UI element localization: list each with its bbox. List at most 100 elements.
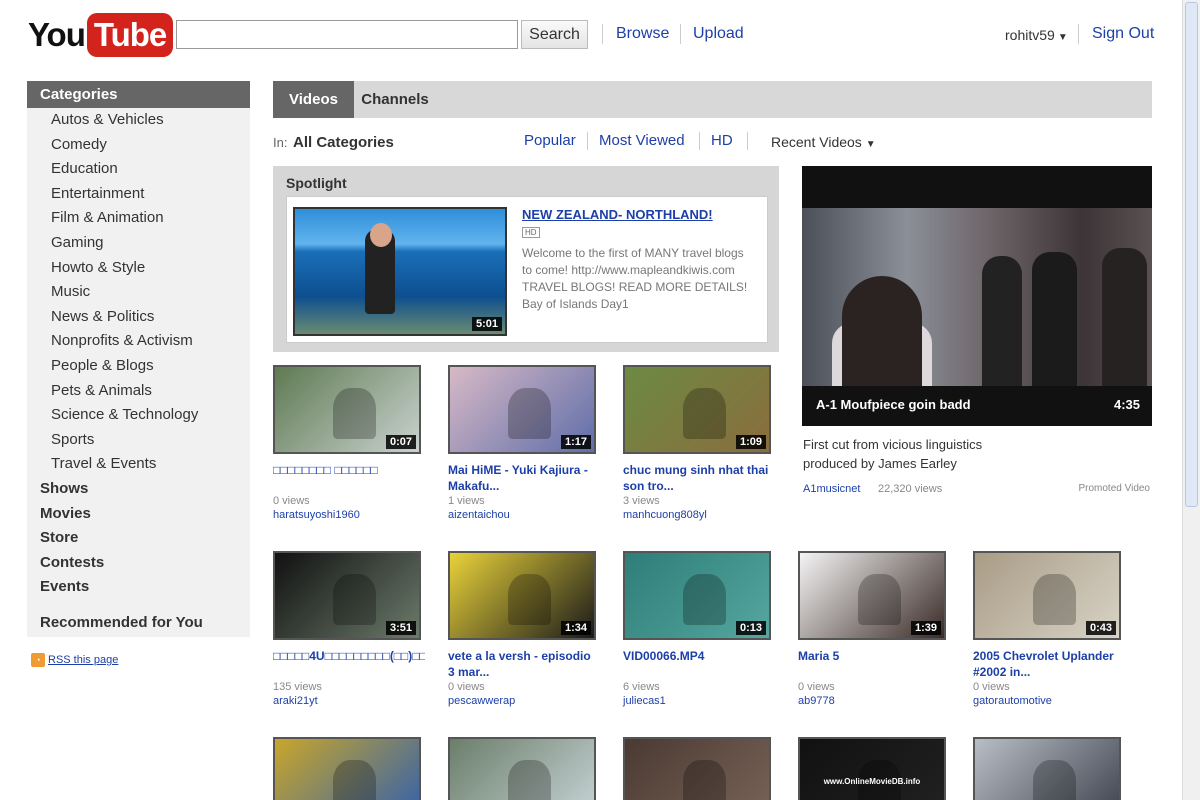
sidebar-category-item[interactable]: Film & Animation — [27, 206, 250, 231]
sidebar-category-item[interactable]: Pets & Animals — [27, 379, 250, 404]
uploader-link[interactable]: araki21yt — [273, 695, 425, 707]
sidebar-category-item[interactable]: Gaming — [27, 231, 250, 256]
sidebar-category-item[interactable]: Autos & Vehicles — [27, 108, 250, 133]
sign-out-link[interactable]: Sign Out — [1092, 25, 1154, 43]
tab-bar: Videos Channels — [273, 81, 1152, 118]
thumbnail-image — [332, 760, 376, 800]
rss-link[interactable]: ◔ RSS this page — [31, 653, 118, 667]
video-thumbnail[interactable]: 0:13 — [623, 551, 771, 640]
divider — [602, 24, 603, 44]
video-thumbnail[interactable]: 0:07 — [273, 365, 421, 454]
promoted-video-player[interactable]: A-1 Moufpiece goin badd 4:35 — [802, 166, 1152, 426]
video-card: 0:07 □□□□□□□□ □□□□□□ 0 views haratsuyoshi19… — [273, 365, 425, 521]
video-card: 1:17 Mai HiME - Yuki Kajiura - Makafu... 1… — [448, 365, 600, 521]
category-filter-value[interactable]: All Categories — [293, 134, 394, 151]
sidebar-category-item[interactable]: Science & Technology — [27, 403, 250, 428]
video-thumbnail[interactable]: 1:09 — [623, 365, 771, 454]
scrollbar-thumb[interactable] — [1185, 2, 1198, 507]
video-card: 3:51 □□□□□4U□□□□□□□□□(□□)□□□□□□...135 vie… — [273, 551, 425, 707]
sidebar-category-item[interactable]: News & Politics — [27, 305, 250, 330]
sidebar-category-item[interactable]: Education — [27, 157, 250, 182]
recent-videos-dropdown[interactable]: Recent Videos ▼ — [771, 134, 876, 150]
rss-label: RSS this page — [48, 654, 119, 666]
sidebar-category-item[interactable]: Sports — [27, 428, 250, 453]
sidebar-category-item[interactable]: Howto & Style — [27, 256, 250, 281]
user-menu[interactable]: rohitv59 ▼ — [1005, 27, 1068, 43]
video-thumbnail[interactable] — [273, 737, 421, 800]
video-title[interactable]: vete a la versh - episodio 3 mar... — [448, 648, 600, 680]
sidebar-section-store[interactable]: Store — [27, 526, 250, 551]
scrollbar[interactable] — [1182, 0, 1200, 800]
upload-link[interactable]: Upload — [693, 25, 744, 43]
video-thumbnail[interactable] — [623, 737, 771, 800]
thumbnail-image — [682, 574, 726, 626]
video-card: 0:13 VID00066.MP4 6 views juliecas1 — [623, 551, 775, 707]
sidebar-section-contests[interactable]: Contests — [27, 551, 250, 576]
tab-channels[interactable]: Channels — [354, 81, 436, 118]
uploader-link[interactable]: juliecas1 — [623, 695, 775, 707]
video-figure — [1032, 252, 1077, 386]
uploader-link[interactable]: pescawwerap — [448, 695, 600, 707]
video-thumbnail[interactable]: 1:34 — [448, 551, 596, 640]
chevron-down-icon: ▼ — [865, 139, 876, 150]
uploader-link[interactable]: gatorautomotive — [973, 695, 1125, 707]
spotlight-description: Welcome to the first of MANY travel blog… — [522, 246, 748, 311]
promoted-video: A-1 Moufpiece goin badd 4:35 First cut f… — [802, 166, 1152, 495]
youtube-logo[interactable]: You Tube — [28, 12, 174, 58]
promoted-user-link[interactable]: A1musicnet — [803, 483, 860, 495]
video-figure — [842, 276, 922, 386]
video-title[interactable]: Mai HiME - Yuki Kajiura - Makafu... — [448, 462, 600, 494]
video-thumbnail[interactable] — [973, 737, 1121, 800]
video-title[interactable]: chuc mung sinh nhat thai son tro... — [623, 462, 775, 494]
video-thumbnail[interactable] — [448, 737, 596, 800]
recommended-for-you-link[interactable]: Recommended for You — [27, 611, 250, 636]
video-thumbnail[interactable]: 3:51 — [273, 551, 421, 640]
video-figure — [1102, 248, 1147, 386]
thumbnail-image — [857, 574, 901, 626]
video-title[interactable]: □□□□□□□□ □□□□□□ — [273, 462, 425, 494]
video-thumbnail[interactable]: 1:39 — [798, 551, 946, 640]
video-title[interactable]: □□□□□4U□□□□□□□□□(□□)□□□□□□... — [273, 648, 425, 680]
spotlight-panel: Spotlight 5:01 NEW ZEALAND- NORTHLAND! H… — [273, 166, 779, 352]
sidebar-section-events[interactable]: Events — [27, 575, 250, 600]
spotlight-video-title[interactable]: NEW ZEALAND- NORTHLAND! — [522, 207, 713, 222]
video-card — [623, 737, 775, 800]
video-card — [973, 737, 1125, 800]
divider — [747, 132, 748, 150]
video-thumbnail[interactable]: 1:17 — [448, 365, 596, 454]
sidebar-category-item[interactable]: Nonprofits & Activism — [27, 329, 250, 354]
uploader-link[interactable]: haratsuyoshi1960 — [273, 509, 425, 521]
sidebar-section-movies[interactable]: Movies — [27, 502, 250, 527]
spotlight-title: Spotlight — [286, 175, 347, 191]
video-title[interactable]: VID00066.MP4 — [623, 648, 775, 680]
sidebar-category-item[interactable]: People & Blogs — [27, 354, 250, 379]
spotlight-thumbnail[interactable]: 5:01 — [293, 207, 507, 336]
search-input[interactable] — [176, 20, 518, 49]
duration-badge: 1:17 — [560, 435, 591, 449]
uploader-link[interactable]: aizentaichou — [448, 509, 600, 521]
tab-videos[interactable]: Videos — [273, 81, 354, 118]
video-thumbnail[interactable]: 0:43 — [973, 551, 1121, 640]
thumbnail-image — [507, 574, 551, 626]
duration-badge: 1:39 — [910, 621, 941, 635]
sidebar-category-item[interactable]: Music — [27, 280, 250, 305]
video-thumbnail[interactable]: www.OnlineMovieDB.info — [798, 737, 946, 800]
sidebar-category-item[interactable]: Entertainment — [27, 182, 250, 207]
divider — [587, 132, 588, 150]
video-title[interactable]: Maria 5 — [798, 648, 950, 680]
video-title[interactable]: 2005 Chevrolet Uplander #2002 in... — [973, 648, 1125, 680]
thumbnail-image — [682, 760, 726, 800]
search-button[interactable]: Search — [521, 20, 588, 49]
sidebar-category-item[interactable]: Comedy — [27, 133, 250, 158]
filter-hd[interactable]: HD — [711, 132, 733, 149]
browse-link[interactable]: Browse — [616, 25, 669, 43]
filter-popular[interactable]: Popular — [524, 132, 576, 149]
filter-most-viewed[interactable]: Most Viewed — [599, 132, 685, 149]
uploader-link[interactable]: ab9778 — [798, 695, 950, 707]
categories-header[interactable]: Categories — [27, 81, 250, 108]
sidebar-section-shows[interactable]: Shows — [27, 477, 250, 502]
category-filter-label: In: — [273, 135, 288, 150]
thumbnail-image — [507, 760, 551, 800]
uploader-link[interactable]: manhcuong808yl — [623, 509, 775, 521]
sidebar-category-item[interactable]: Travel & Events — [27, 452, 250, 477]
